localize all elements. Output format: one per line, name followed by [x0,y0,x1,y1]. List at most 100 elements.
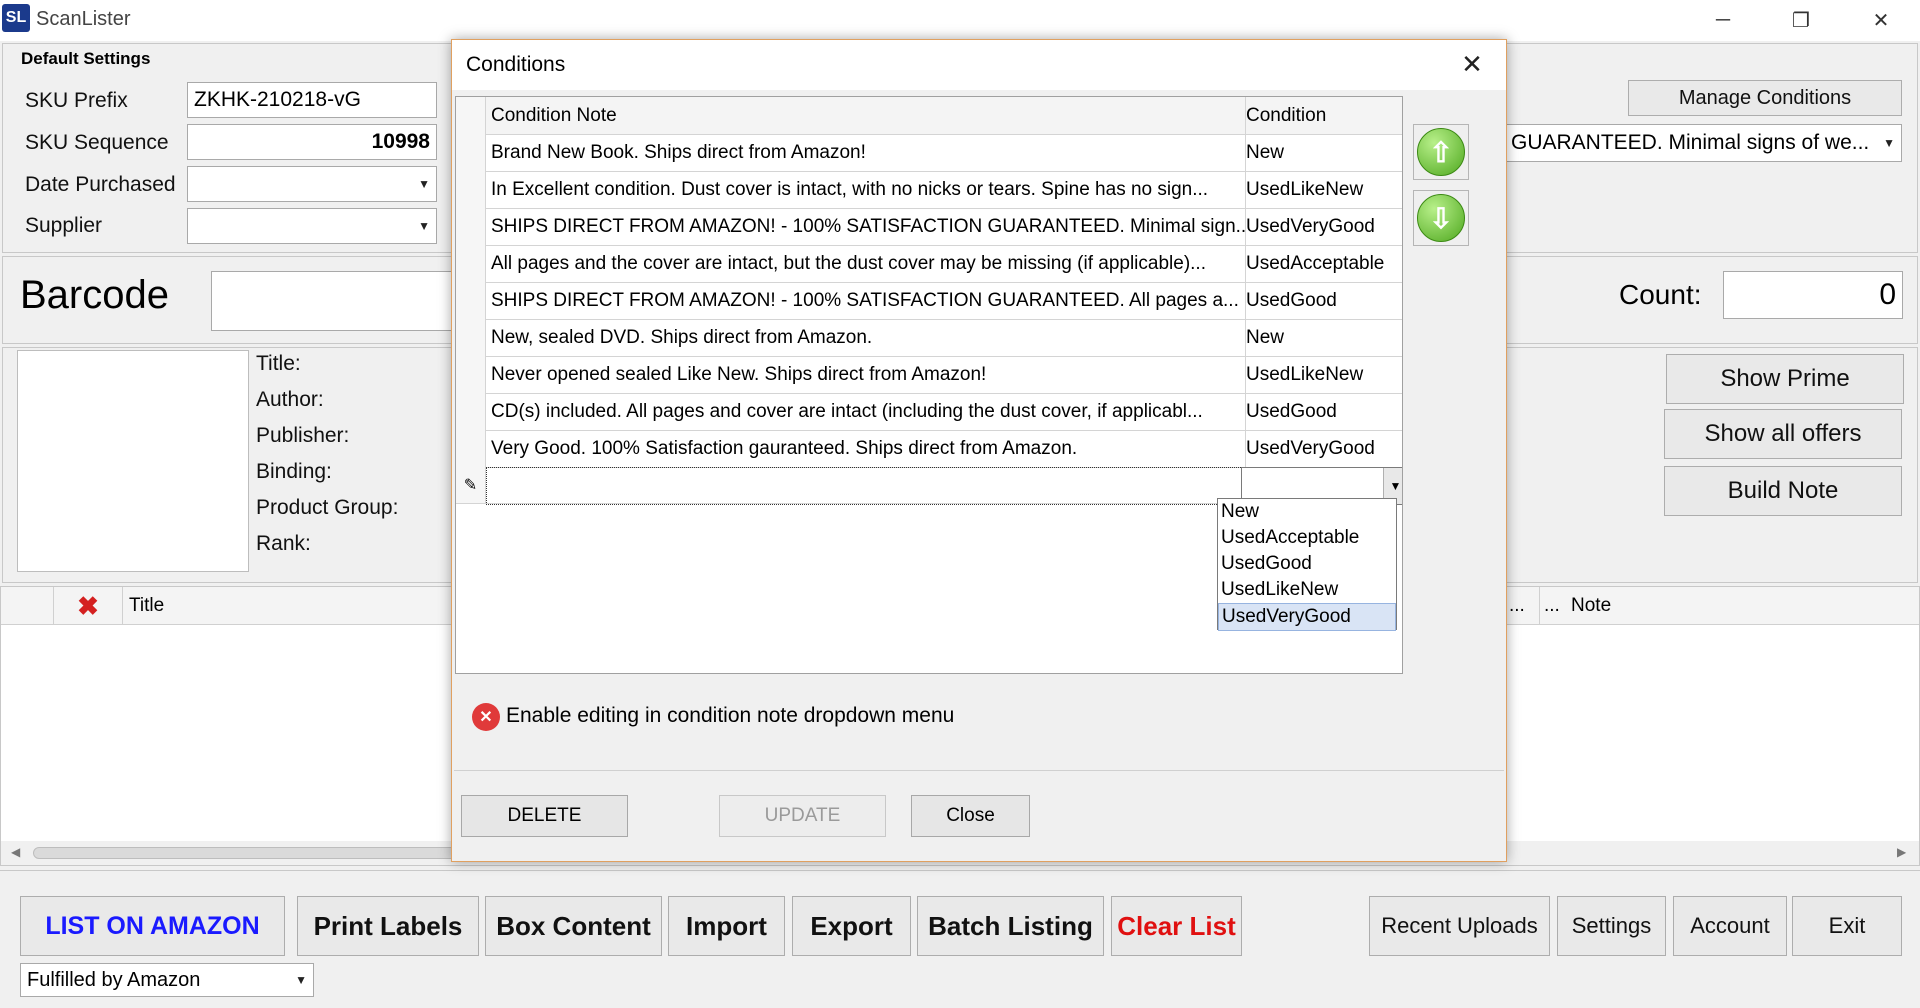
condition-note-combo[interactable]: GUARANTEED. Minimal signs of we... ▼ [1498,124,1902,162]
move-up-button[interactable]: ⇧ [1413,124,1469,180]
batch-listing-button[interactable]: Batch Listing [917,896,1104,956]
condition-note-cell[interactable]: Brand New Book. Ships direct from Amazon… [486,134,1246,171]
condition-cell[interactable]: UsedLikeNew [1241,356,1402,393]
dropdown-option-used-acceptable[interactable]: UsedAcceptable [1218,525,1396,551]
condition-note-cell[interactable]: All pages and the cover are intact, but … [486,245,1246,282]
table-row[interactable]: Never opened sealed Like New. Ships dire… [456,356,1402,394]
dialog-title-bar: Conditions ✕ [452,40,1506,90]
table-row[interactable]: Brand New Book. Ships direct from Amazon… [456,134,1402,172]
delete-button[interactable]: DELETE [461,795,628,837]
minimize-icon[interactable]: ─ [1688,0,1758,41]
condition-cell[interactable]: UsedVeryGood [1241,208,1402,245]
condition-note-cell[interactable]: New, sealed DVD. Ships direct from Amazo… [486,319,1246,356]
dialog-close-icon[interactable]: ✕ [1448,46,1496,82]
fulfillment-dropdown[interactable]: Fulfilled by Amazon ▼ [20,963,314,997]
note-column-header[interactable]: Note [1571,595,1611,617]
table-row[interactable]: SHIPS DIRECT FROM AMAZON! - 100% SATISFA… [456,282,1402,320]
supplier-label: Supplier [25,214,103,237]
app-title: ScanLister [36,8,131,30]
row-indicator[interactable] [456,319,486,356]
clear-list-button[interactable]: Clear List [1111,896,1242,956]
conditions-dialog: Conditions ✕ Condition Note Condition Br… [451,39,1507,862]
table-row[interactable]: SHIPS DIRECT FROM AMAZON! - 100% SATISFA… [456,208,1402,246]
table-row[interactable]: In Excellent condition. Dust cover is in… [456,171,1402,209]
condition-note-combo-value: GUARANTEED. Minimal signs of we... [1511,131,1870,154]
condition-note-cell[interactable]: In Excellent condition. Dust cover is in… [486,171,1246,208]
binding-label: Binding: [256,460,332,483]
sku-prefix-label: SKU Prefix [25,89,128,112]
condition-cell[interactable]: UsedLikeNew [1241,171,1402,208]
show-all-offers-button[interactable]: Show all offers [1664,409,1902,459]
table-row[interactable]: CD(s) included. All pages and cover are … [456,393,1402,431]
dropdown-option-used-very-good[interactable]: UsedVeryGood [1218,603,1396,631]
row-indicator[interactable] [456,282,486,319]
date-purchased-dropdown[interactable]: ▼ [187,166,437,202]
sku-prefix-input[interactable]: ZKHK-210218-vG [187,82,437,118]
dropdown-option-used-good[interactable]: UsedGood [1218,551,1396,577]
enable-editing-label[interactable]: Enable editing in condition note dropdow… [506,704,954,728]
sku-sequence-input[interactable]: 10998 [187,124,437,160]
condition-note-cell[interactable]: CD(s) included. All pages and cover are … [486,393,1246,430]
condition-note-column-header[interactable]: Condition Note [486,97,1246,134]
author-label: Author: [256,388,324,411]
chevron-down-icon: ▼ [418,177,430,191]
export-button[interactable]: Export [792,896,911,956]
product-group-label: Product Group: [256,496,399,519]
row-indicator[interactable] [456,430,486,467]
title-column-header[interactable]: Title [129,595,164,617]
delete-column-icon[interactable]: ✖ [53,587,123,625]
recent-uploads-button[interactable]: Recent Uploads [1369,896,1550,956]
condition-note-cell[interactable]: SHIPS DIRECT FROM AMAZON! - 100% SATISFA… [486,282,1246,319]
sku-sequence-label: SKU Sequence [25,131,169,154]
default-settings-heading: Default Settings [21,49,151,68]
condition-note-cell[interactable]: SHIPS DIRECT FROM AMAZON! - 100% SATISFA… [486,208,1246,245]
scroll-right-icon[interactable]: ▶ [1897,845,1906,859]
close-icon[interactable]: ✕ [1846,0,1916,41]
table-row[interactable]: Very Good. 100% Satisfaction gauranteed.… [456,430,1402,468]
scroll-left-icon[interactable]: ◀ [11,845,20,859]
dropdown-option-used-like-new[interactable]: UsedLikeNew [1218,577,1396,603]
row-indicator[interactable] [456,208,486,245]
manage-conditions-button[interactable]: Manage Conditions [1628,80,1902,116]
show-prime-button[interactable]: Show Prime [1666,354,1904,404]
supplier-dropdown[interactable]: ▼ [187,208,437,244]
exit-button[interactable]: Exit [1792,896,1902,956]
row-indicator[interactable] [456,134,486,171]
condition-note-cell[interactable]: Very Good. 100% Satisfaction gauranteed.… [486,430,1246,467]
condition-cell[interactable]: UsedAcceptable [1241,245,1402,282]
checkbox-unchecked-icon[interactable]: ✕ [472,703,500,731]
table-row[interactable]: All pages and the cover are intact, but … [456,245,1402,283]
column-header-ellipsis-2[interactable]: ... [1539,587,1560,625]
dialog-footer-divider [454,770,1504,771]
column-header-ellipsis[interactable]: ... [1509,595,1525,617]
condition-cell[interactable]: New [1241,134,1402,171]
settings-button[interactable]: Settings [1557,896,1666,956]
row-indicator[interactable] [456,356,486,393]
row-indicator[interactable] [456,245,486,282]
app-logo-icon: SL [2,4,30,32]
condition-column-header[interactable]: Condition [1241,97,1402,134]
conditions-grid-header: Condition Note Condition [456,97,1402,135]
condition-cell[interactable]: New [1241,319,1402,356]
box-content-button[interactable]: Box Content [485,896,662,956]
dialog-title: Conditions [466,53,566,76]
print-labels-button[interactable]: Print Labels [297,896,479,956]
move-down-button[interactable]: ⇩ [1413,190,1469,246]
list-on-amazon-button[interactable]: LIST ON AMAZON [20,896,285,956]
condition-cell[interactable]: UsedGood [1241,282,1402,319]
new-condition-note-input[interactable] [486,467,1247,505]
condition-note-cell[interactable]: Never opened sealed Like New. Ships dire… [486,356,1246,393]
update-button[interactable]: UPDATE [719,795,886,837]
dialog-close-button[interactable]: Close [911,795,1030,837]
row-indicator[interactable] [456,393,486,430]
build-note-button[interactable]: Build Note [1664,466,1902,516]
fulfillment-value: Fulfilled by Amazon [27,968,201,991]
condition-cell[interactable]: UsedVeryGood [1241,430,1402,467]
dropdown-option-new[interactable]: New [1218,499,1396,525]
account-button[interactable]: Account [1673,896,1787,956]
table-row[interactable]: New, sealed DVD. Ships direct from Amazo… [456,319,1402,357]
row-indicator[interactable] [456,171,486,208]
restore-icon[interactable]: ❐ [1766,0,1836,41]
condition-cell[interactable]: UsedGood [1241,393,1402,430]
import-button[interactable]: Import [668,896,785,956]
